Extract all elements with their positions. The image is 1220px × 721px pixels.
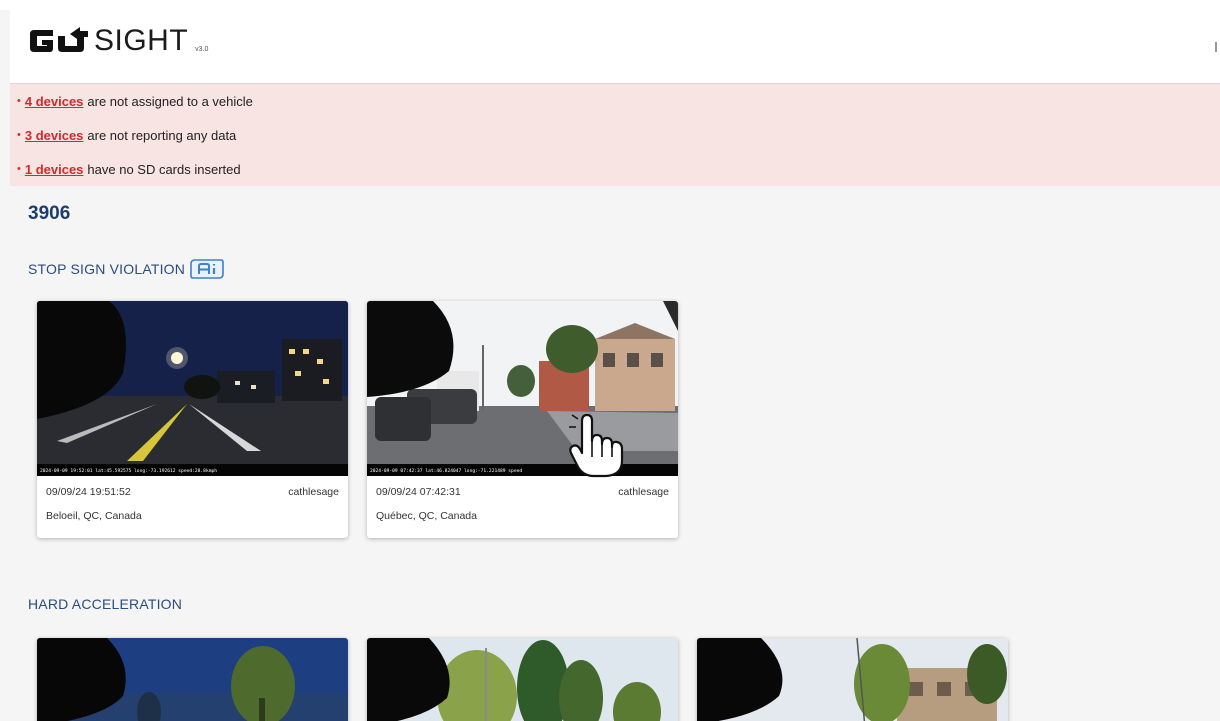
event-date: 09/09/24 07:42:31: [376, 486, 461, 498]
alert-no-sd: • 1 devices have no SD cards inserted: [17, 161, 241, 177]
section-title-stop-sign: STOP SIGN VIOLATION: [28, 259, 224, 279]
alert-link-unassigned[interactable]: 4 devices: [25, 94, 84, 109]
alert-text-not-reporting: are not reporting any data: [87, 127, 237, 143]
event-location: Québec, QC, Canada: [376, 510, 477, 522]
go-logo-icon: [30, 27, 88, 52]
thumbnail-overlay: 2024-09-09 07:42:37 lat:46.824047 long:-…: [370, 468, 522, 474]
header-edge: [1215, 42, 1217, 52]
alert-unassigned: • 4 devices are not assigned to a vehicl…: [17, 93, 253, 109]
night-road-thumbnail: 2024-09-09 19:52:01 lat:45.592575 long:-…: [37, 301, 348, 476]
night-trees-thumbnail: [37, 638, 348, 721]
thumbnail-overlay: 2024-09-09 19:52:01 lat:45.592575 long:-…: [40, 468, 217, 474]
logo[interactable]: SIGHT v3.0: [28, 26, 208, 56]
alert-text-unassigned: are not assigned to a vehicle: [87, 93, 253, 109]
event-card[interactable]: [37, 638, 348, 721]
day-building-thumbnail: [697, 638, 1008, 721]
section-title-text: STOP SIGN VIOLATION: [28, 261, 186, 277]
event-user: cathlesage: [288, 486, 339, 498]
event-card[interactable]: 2024-09-09 07:42:37 lat:46.824047 long:-…: [367, 301, 678, 538]
version-label: v3.0: [195, 46, 209, 53]
alerts-panel: • 4 devices are not assigned to a vehicl…: [10, 84, 1220, 186]
event-date: 09/09/24 19:51:52: [46, 486, 131, 498]
app-header: SIGHT v3.0: [10, 10, 1220, 84]
event-card[interactable]: [367, 638, 678, 721]
day-trees-thumbnail: [367, 638, 678, 721]
section-title-hard-acceleration: HARD ACCELERATION: [28, 596, 182, 612]
event-location: Beloeil, QC, Canada: [46, 510, 142, 522]
event-user: cathlesage: [618, 486, 669, 498]
event-card[interactable]: [697, 638, 1008, 721]
alert-text-no-sd: have no SD cards inserted: [87, 161, 241, 177]
ai-badge-icon: [190, 259, 224, 279]
logo-text: SIGHT: [94, 24, 189, 57]
hand-pointer-icon: [569, 413, 624, 478]
section-title-text: HARD ACCELERATION: [28, 596, 183, 612]
alert-link-no-sd[interactable]: 1 devices: [25, 162, 84, 177]
street-thumbnail: 2024-09-09 07:42:37 lat:46.824047 long:-…: [367, 301, 678, 476]
top-strip: [0, 0, 1220, 10]
event-card[interactable]: 2024-09-09 19:52:01 lat:45.592575 long:-…: [37, 301, 348, 538]
alert-not-reporting: • 3 devices are not reporting any data: [17, 127, 237, 143]
alert-link-not-reporting[interactable]: 3 devices: [25, 128, 84, 143]
event-count: 3906: [28, 203, 71, 224]
